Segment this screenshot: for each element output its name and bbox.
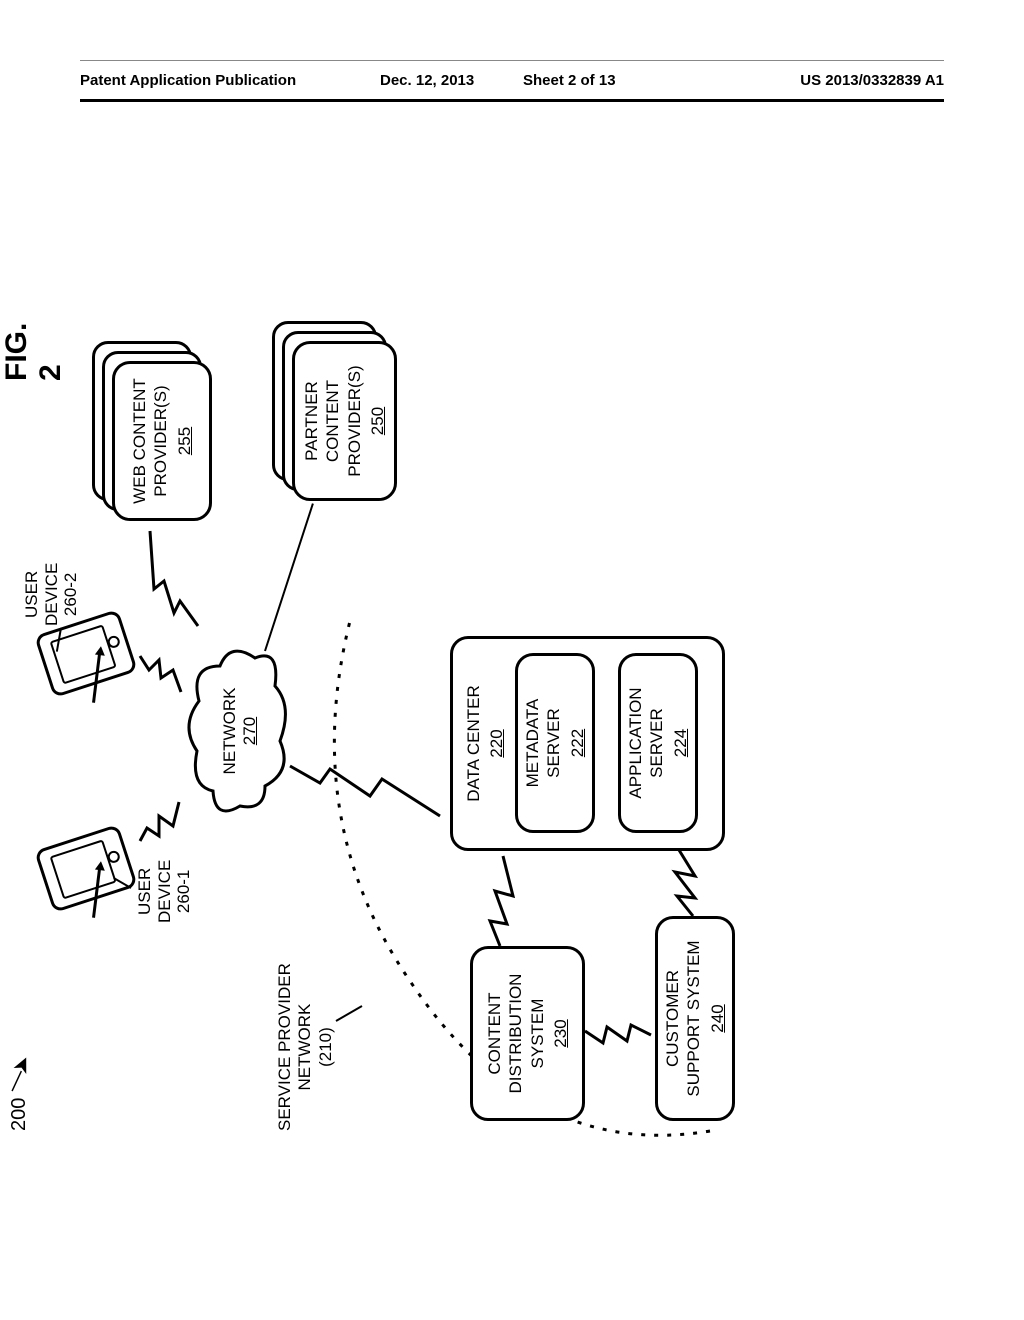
service-provider-label: SERVICE PROVIDER NETWORK (210) [275,963,336,1131]
wireless-link-icon [290,741,465,831]
web-content-box: WEB CONTENT PROVIDER(S) 255 [112,361,212,521]
publication-type: Patent Application Publication [80,72,296,89]
header-rule [80,99,944,102]
figure-label: FIG. 2 [0,301,68,381]
wireless-link-icon [585,1001,660,1051]
figure-ref: 200—➤ [5,1057,31,1131]
wireless-link-icon [135,786,200,846]
web-content-stack: WEB CONTENT PROVIDER(S) 255 [92,341,212,521]
wireless-link-icon [485,851,540,946]
user-device-2-label: USER DEVICE 260-2 [22,563,81,626]
application-server-box: APPLICATION SERVER 224 [618,653,698,833]
customer-support-box: CUSTOMER SUPPORT SYSTEM 240 [655,916,735,1121]
network-cloud: NETWORK 270 [185,646,295,816]
figure-drawing: FIG. 2 200—➤ USER DEVICE 260-1 USER DEVI… [0,301,1020,1101]
user-device-1-icon [34,824,138,913]
network-label: NETWORK 270 [220,646,261,816]
publication-date: Dec. 12, 2013 [380,72,474,89]
publication-number: US 2013/0332839 A1 [800,72,944,89]
wireless-link-icon [150,521,215,631]
partner-content-box: PARTNER CONTENT PROVIDER(S) 250 [292,341,397,501]
patent-header: Patent Application Publication Dec. 12, … [80,72,944,89]
stylus-icon [92,868,101,918]
metadata-server-box: METADATA SERVER 222 [515,653,595,833]
sheet-number: Sheet 2 of 13 [523,72,616,89]
stylus-icon [92,653,101,703]
user-device-1-label: USER DEVICE 260-1 [135,860,194,923]
content-distribution-box: CONTENT DISTRIBUTION SYSTEM 230 [470,946,585,1121]
wireless-link-icon [665,846,720,916]
arrow-icon: —➤ [0,1053,37,1095]
wireless-link-icon [135,646,200,706]
patent-page: Patent Application Publication Dec. 12, … [80,60,944,1260]
partner-content-stack: PARTNER CONTENT PROVIDER(S) 250 [272,321,397,501]
